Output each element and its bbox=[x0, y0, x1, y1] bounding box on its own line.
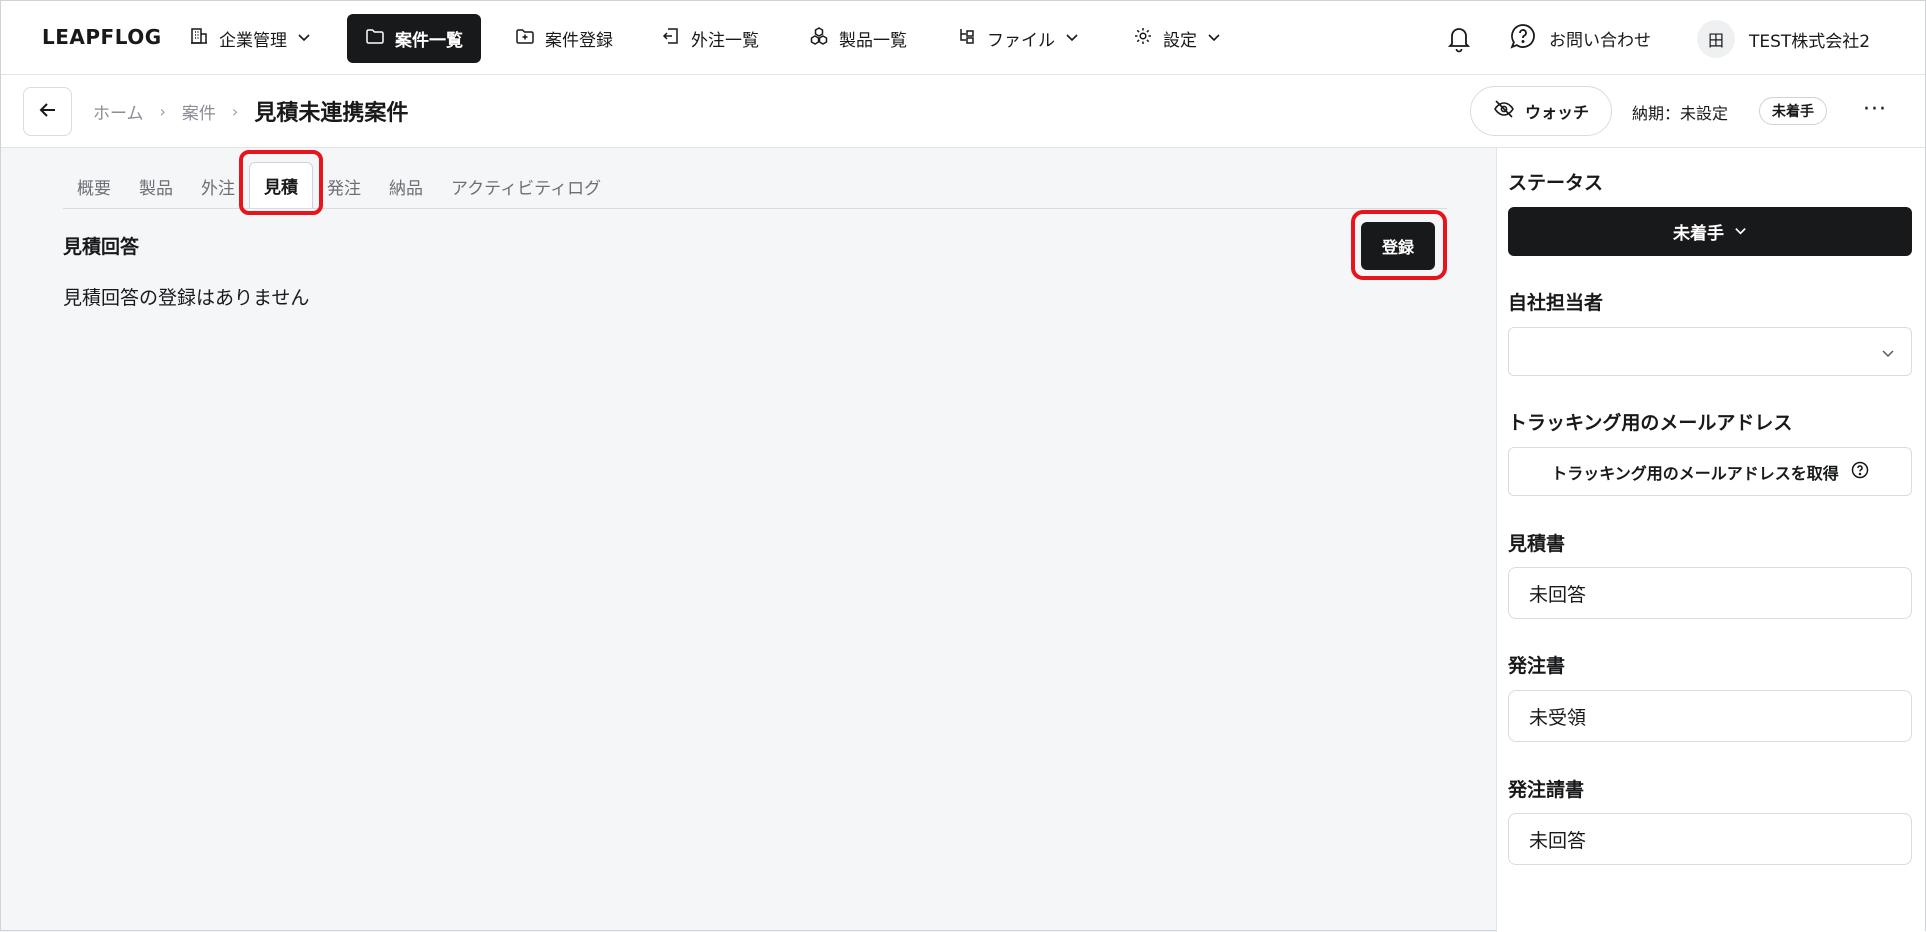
nav-outsource-list[interactable]: 外注一覧 bbox=[643, 14, 777, 63]
nav-project-list[interactable]: 案件一覧 bbox=[347, 14, 481, 63]
status-label: ステータス bbox=[1508, 172, 1604, 194]
nav-label: 製品一覧 bbox=[839, 31, 907, 51]
register-button[interactable]: 登録 bbox=[1361, 222, 1435, 270]
nav-label: 設定 bbox=[1163, 31, 1197, 51]
breadcrumb-home[interactable]: ホーム bbox=[93, 99, 144, 124]
side-panel: ステータス 未着手 自社担当者 トラッキング用のメールアドレス トラッキング用の… bbox=[1496, 148, 1925, 932]
order-confirmation-label: 発注請書 bbox=[1508, 779, 1585, 801]
order-confirmation-field[interactable]: 未回答 bbox=[1508, 813, 1912, 865]
status-value: 未着手 bbox=[1673, 224, 1724, 244]
nav-label: 企業管理 bbox=[219, 31, 287, 51]
sub-header: ホーム › 案件 › 見積未連携案件 ウォッチ 納期：未設定 未着手 ··· bbox=[1, 75, 1925, 148]
empty-state-text: 見積回答の登録はありません bbox=[63, 287, 310, 309]
top-navbar: LEAPFLOG 企業管理 案件一覧 案件登録 外注一覧 製品一覧 ファイル 設… bbox=[1, 1, 1925, 75]
bell-icon[interactable] bbox=[1445, 23, 1473, 53]
contact-label: お問い合わせ bbox=[1549, 30, 1651, 51]
arrow-left-icon bbox=[38, 100, 58, 124]
building-icon bbox=[189, 26, 209, 51]
section-title: 見積回答 bbox=[63, 236, 140, 258]
tracking-button-label: トラッキング用のメールアドレスを取得 bbox=[1551, 463, 1839, 483]
user-menu[interactable]: 田 TEST株式会社2 bbox=[1697, 20, 1870, 58]
status-badge: 未着手 bbox=[1759, 97, 1827, 125]
chevron-down-icon bbox=[1207, 29, 1221, 49]
watch-label: ウォッチ bbox=[1524, 103, 1589, 122]
outsource-icon bbox=[661, 26, 681, 51]
main-content: 概要 製品 外注 見積 発注 納品 アクティビティログ 見積回答 登録 見積回答… bbox=[1, 148, 1496, 932]
app-logo[interactable]: LEAPFLOG bbox=[42, 25, 162, 49]
company-name: TEST株式会社2 bbox=[1749, 31, 1871, 52]
quote-field[interactable]: 未回答 bbox=[1508, 567, 1912, 619]
nav-label: 案件一覧 bbox=[395, 31, 463, 51]
tab-outsource[interactable]: 外注 bbox=[187, 164, 249, 208]
gear-icon bbox=[1133, 26, 1153, 51]
nav-file[interactable]: ファイル bbox=[939, 14, 1097, 63]
chevron-right-icon: › bbox=[231, 101, 239, 121]
tab-activity-log[interactable]: アクティビティログ bbox=[437, 164, 615, 208]
boxes-icon bbox=[809, 26, 829, 51]
tab-order[interactable]: 発注 bbox=[313, 164, 375, 208]
purchase-order-label: 発注書 bbox=[1508, 655, 1566, 677]
chevron-down-icon bbox=[297, 29, 311, 49]
watch-button[interactable]: ウォッチ bbox=[1470, 86, 1612, 136]
folder-icon bbox=[365, 26, 385, 51]
breadcrumb-projects[interactable]: 案件 bbox=[182, 99, 216, 124]
tab-overview[interactable]: 概要 bbox=[63, 164, 125, 208]
nav-company-management[interactable]: 企業管理 bbox=[171, 14, 329, 63]
more-icon[interactable]: ··· bbox=[1863, 97, 1887, 122]
nav-project-register[interactable]: 案件登録 bbox=[497, 14, 631, 63]
get-tracking-email-button[interactable]: トラッキング用のメールアドレスを取得 bbox=[1508, 447, 1912, 496]
due-date: 納期：未設定 bbox=[1632, 104, 1729, 123]
tab-estimate[interactable]: 見積 bbox=[239, 150, 323, 215]
question-circle-icon[interactable] bbox=[1851, 461, 1869, 483]
avatar: 田 bbox=[1697, 20, 1735, 58]
quote-label: 見積書 bbox=[1508, 533, 1566, 555]
help-chat-icon bbox=[1509, 22, 1537, 55]
assignee-select[interactable] bbox=[1508, 327, 1912, 376]
nav-settings[interactable]: 設定 bbox=[1115, 14, 1239, 63]
back-button[interactable] bbox=[23, 87, 72, 136]
chevron-right-icon: › bbox=[159, 101, 166, 121]
tab-bar: 概要 製品 外注 見積 発注 納品 アクティビティログ bbox=[63, 150, 1447, 215]
nav-label: 案件登録 bbox=[545, 31, 613, 51]
nav-label: 外注一覧 bbox=[691, 31, 759, 51]
purchase-order-field[interactable]: 未受領 bbox=[1508, 690, 1912, 742]
file-tree-icon bbox=[957, 26, 977, 51]
chevron-down-icon bbox=[1065, 29, 1079, 49]
page-title: 見積未連携案件 bbox=[254, 101, 409, 126]
chevron-down-icon bbox=[1734, 222, 1747, 242]
nav-label: ファイル bbox=[987, 31, 1055, 51]
status-dropdown[interactable]: 未着手 bbox=[1508, 207, 1912, 256]
contact-link[interactable]: お問い合わせ bbox=[1509, 21, 1651, 55]
eye-off-icon bbox=[1493, 98, 1515, 124]
folder-plus-icon bbox=[515, 26, 535, 51]
tab-products[interactable]: 製品 bbox=[125, 164, 187, 208]
nav-product-list[interactable]: 製品一覧 bbox=[791, 14, 925, 63]
tab-delivery[interactable]: 納品 bbox=[375, 164, 437, 208]
assignee-label: 自社担当者 bbox=[1508, 292, 1604, 314]
breadcrumb: ホーム › 案件 › 見積未連携案件 bbox=[93, 95, 408, 127]
tracking-label: トラッキング用のメールアドレス bbox=[1508, 412, 1793, 434]
